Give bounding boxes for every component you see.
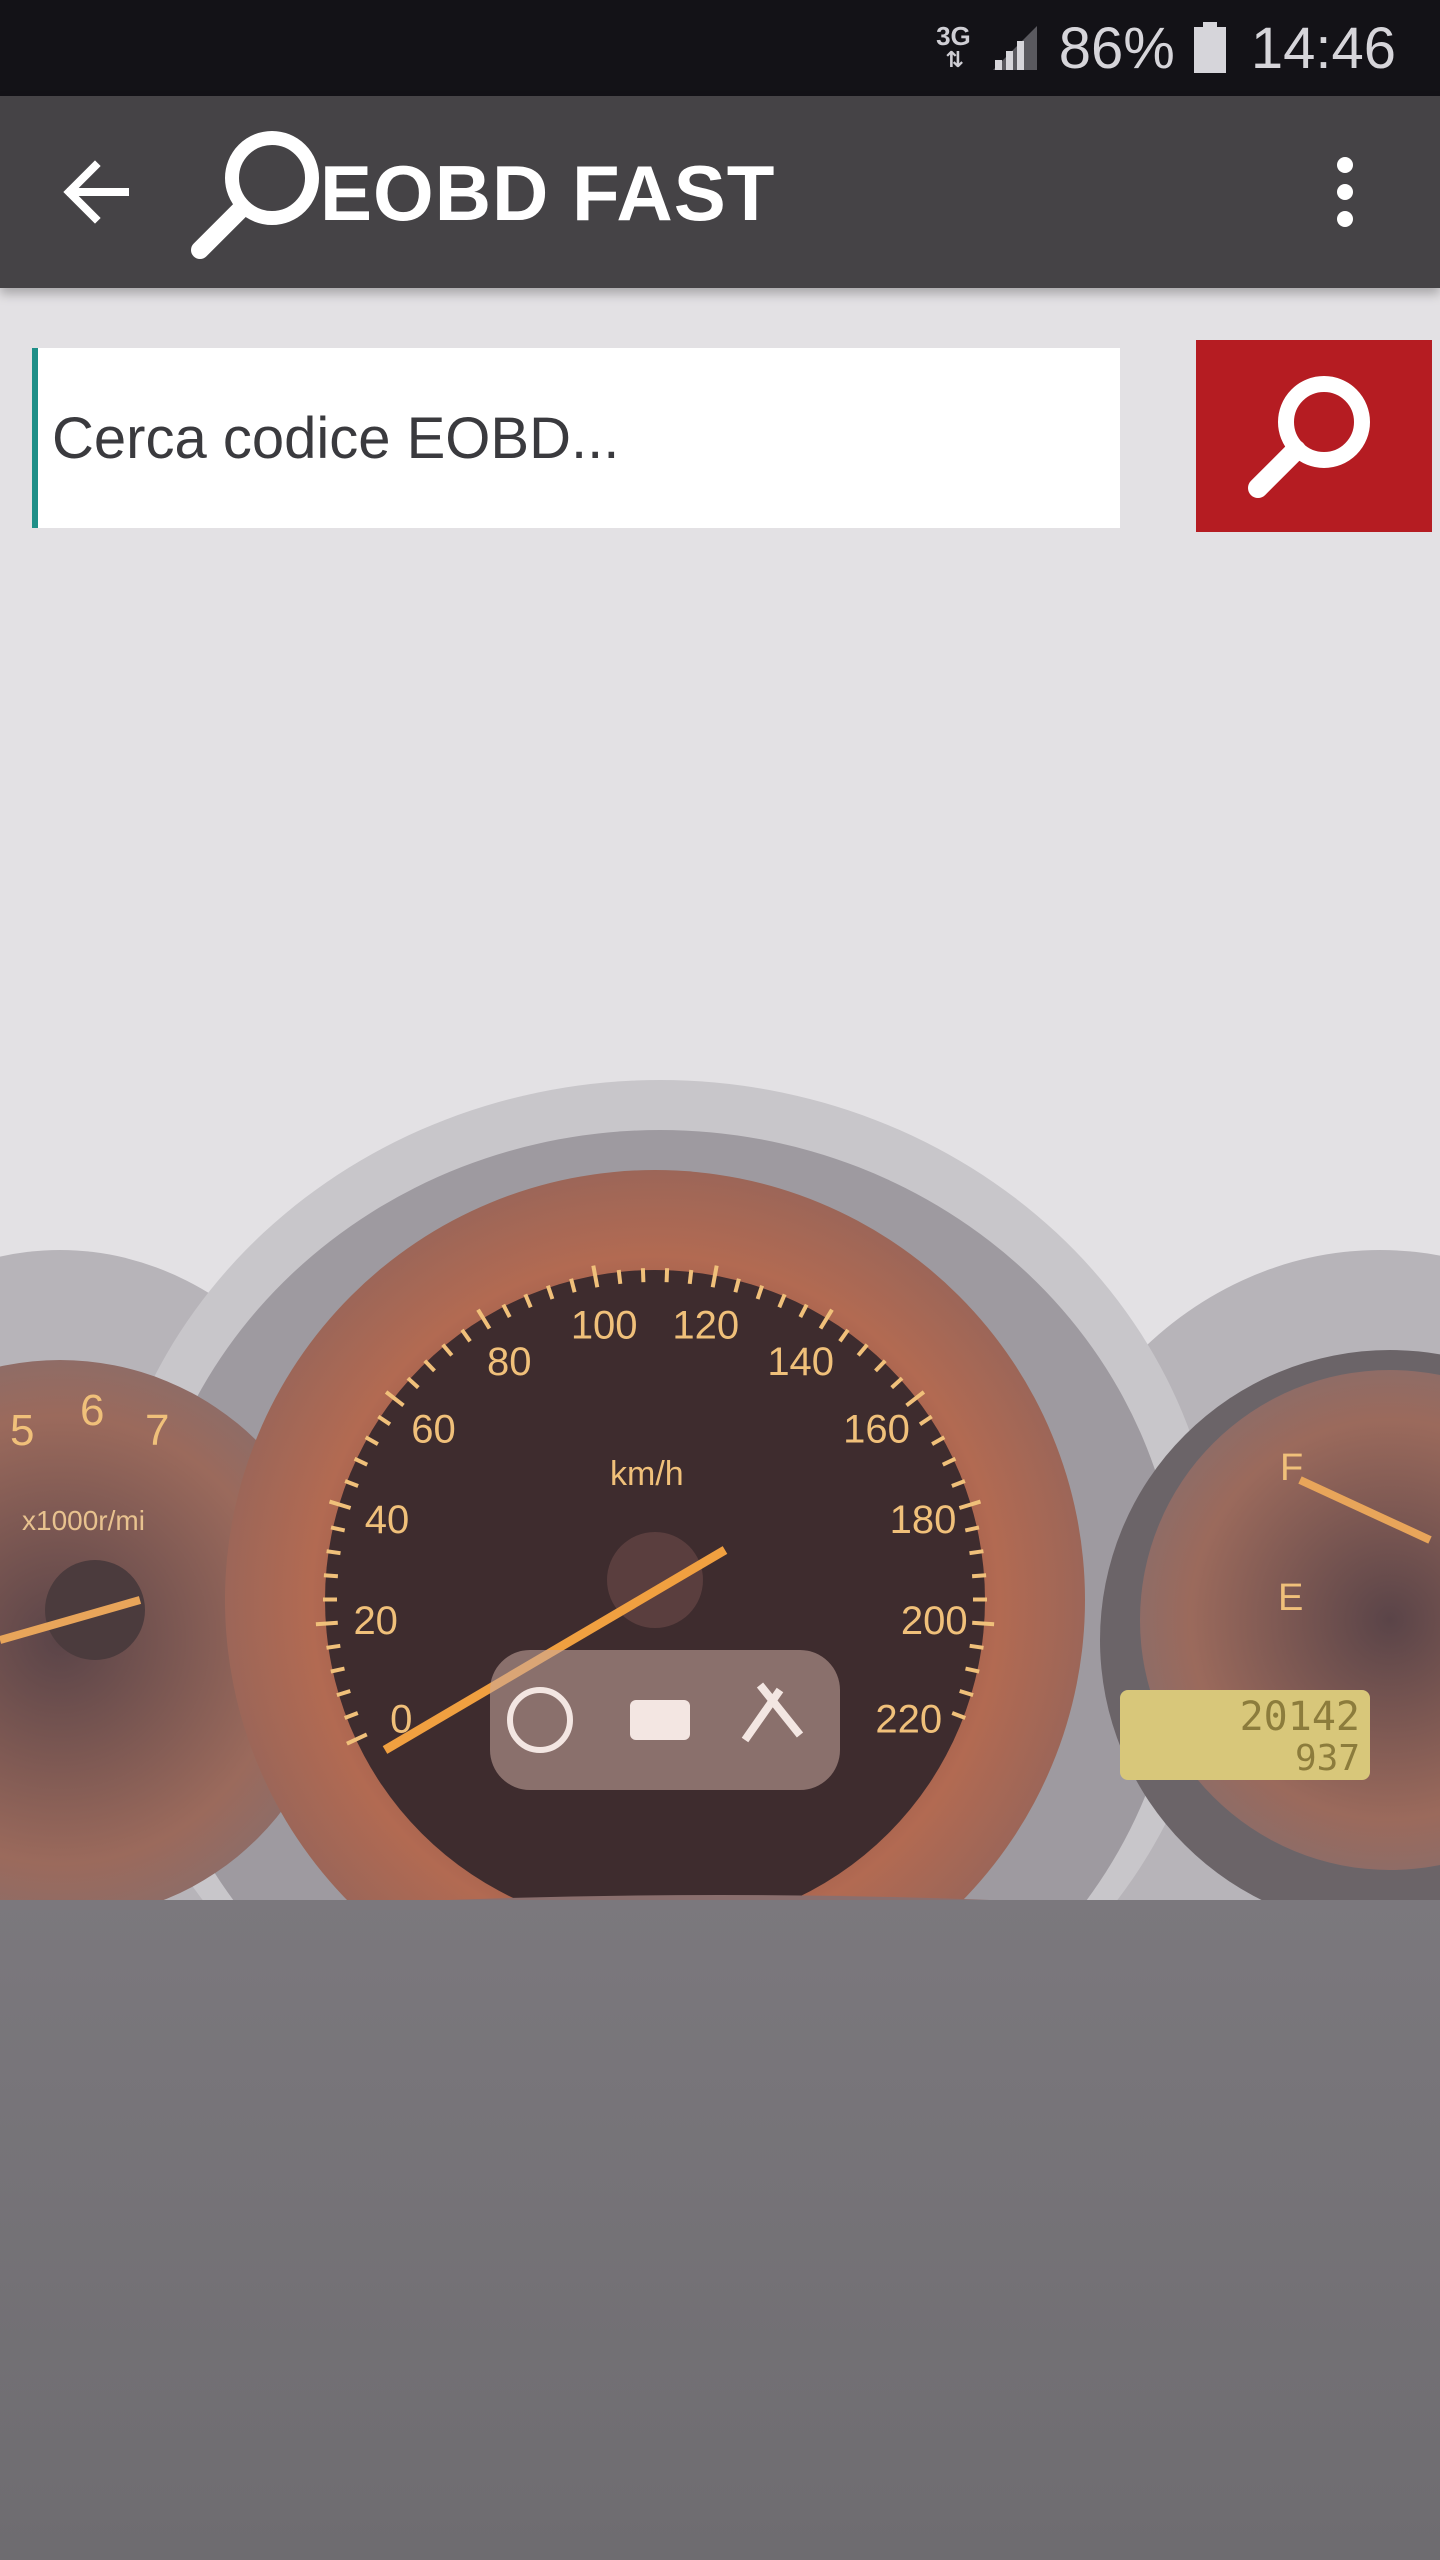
app-title: EOBD FAST <box>320 149 776 237</box>
speed-tick-mark <box>326 1549 341 1556</box>
tach-tick: 5 <box>10 1406 34 1455</box>
magnifier-logo-icon <box>191 131 319 259</box>
signal-icon <box>992 26 1037 70</box>
speed-tick-mark <box>972 1620 995 1627</box>
speed-tick-mark <box>326 1643 341 1650</box>
speed-tick-mark <box>664 1268 670 1283</box>
trip-value: 937 <box>1295 1738 1360 1779</box>
tach-unit-label: x1000r/mi <box>22 1505 145 1536</box>
dashboard-bottom <box>0 1900 1440 2560</box>
speed-tick-mark <box>315 1620 338 1627</box>
speed-tick-label: 100 <box>571 1304 638 1348</box>
clock: 14:46 <box>1250 15 1396 81</box>
search-button[interactable] <box>1196 340 1432 532</box>
network-indicator: 3G ⇅ <box>936 23 971 72</box>
speed-tick-mark <box>640 1268 646 1283</box>
speed-tick-mark <box>687 1269 694 1285</box>
arrow-left-icon <box>63 160 129 224</box>
speed-tick-label: 180 <box>890 1498 957 1542</box>
speed-tick-label: 20 <box>353 1599 398 1643</box>
speed-tick-label: 140 <box>767 1340 834 1384</box>
search-icon <box>1248 376 1370 498</box>
speed-tick-label: 80 <box>487 1340 532 1384</box>
speed-tick-mark <box>969 1643 984 1650</box>
speed-unit-label: km/h <box>610 1455 684 1493</box>
speed-tick-label: 220 <box>875 1697 942 1741</box>
screen: 3G ⇅ 86% 14:46 EOBD FAST Cerca codice EO… <box>0 0 1440 2560</box>
tach-tick: 6 <box>80 1386 104 1435</box>
search-input[interactable] <box>32 348 1120 528</box>
more-vert-icon <box>1337 157 1353 227</box>
speed-tick-label: 200 <box>901 1599 968 1643</box>
speed-tick-mark <box>323 1573 339 1579</box>
data-arrows-icon: ⇅ <box>945 47 963 72</box>
speed-tick-mark <box>616 1269 623 1285</box>
app-bar: EOBD FAST <box>0 96 1440 288</box>
speed-tick-mark <box>969 1549 984 1556</box>
speed-tick-label: 160 <box>843 1408 910 1452</box>
speed-tick-mark <box>971 1573 987 1579</box>
speed-tick-label: 40 <box>365 1498 410 1542</box>
engine-warning-icon <box>630 1700 690 1740</box>
odometer-value: 20142 <box>1240 1694 1360 1740</box>
battery-percent: 86% <box>1058 15 1175 81</box>
tach-tick: 7 <box>145 1406 169 1455</box>
status-bar: 3G ⇅ 86% 14:46 <box>0 0 1440 96</box>
back-button[interactable] <box>40 136 152 248</box>
fuel-empty-label: E <box>1278 1577 1303 1619</box>
speed-tick-label: 60 <box>411 1408 456 1452</box>
overflow-menu-button[interactable] <box>1300 136 1390 248</box>
battery-icon <box>1193 22 1226 73</box>
speed-tick-label: 120 <box>672 1304 739 1348</box>
